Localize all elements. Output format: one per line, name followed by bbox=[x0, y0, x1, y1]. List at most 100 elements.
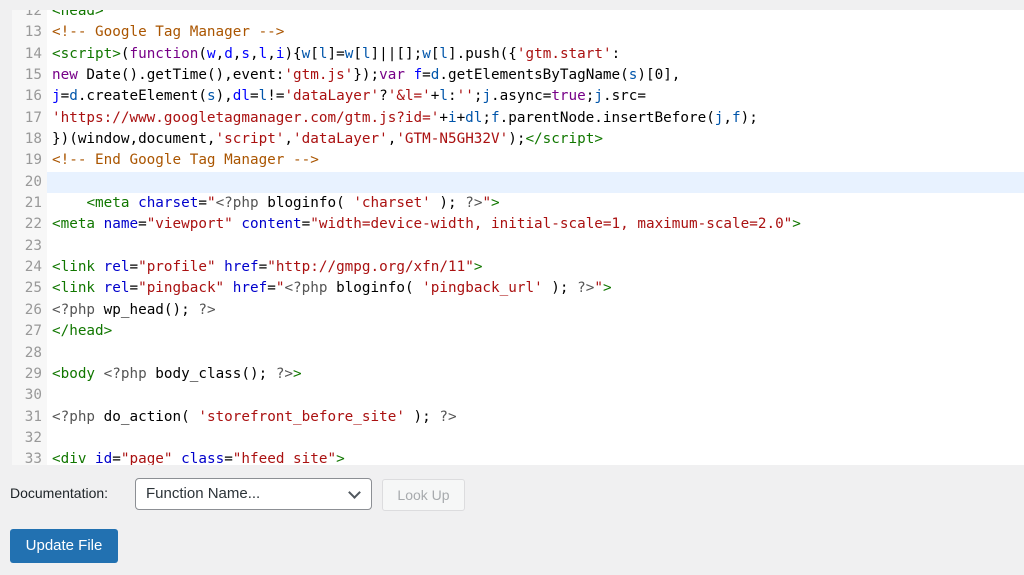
code-token: l bbox=[258, 45, 268, 62]
code-token: = bbox=[129, 259, 139, 276]
line-number: 25 bbox=[24, 280, 42, 297]
code-line[interactable]: 20 bbox=[12, 171, 1024, 194]
code-token: do_action( bbox=[95, 408, 199, 425]
code-token: f bbox=[491, 109, 500, 126]
line-code: <script>(function(w,d,s,l,i){w[l]=w[l]||… bbox=[47, 44, 1024, 65]
code-line[interactable]: 22 <meta name="viewport" content="width=d… bbox=[12, 214, 1024, 235]
code-token: s bbox=[206, 88, 216, 105]
code-token: + bbox=[456, 109, 466, 126]
code-token: .src= bbox=[602, 88, 647, 105]
line-number: 27 bbox=[24, 323, 42, 340]
code-token: <link bbox=[52, 259, 96, 276]
code-token: 'storefront_before_site' bbox=[198, 408, 405, 425]
line-number: 24 bbox=[24, 259, 42, 276]
code-line[interactable]: 24 <link rel="profile" href="http://gmpg.… bbox=[12, 257, 1024, 278]
line-number: 14 bbox=[24, 45, 42, 62]
function-name-select[interactable]: Function Name... bbox=[135, 478, 372, 510]
code-token: 'script' bbox=[215, 131, 285, 148]
line-number: 18 bbox=[24, 131, 42, 148]
code-token: " bbox=[206, 195, 216, 212]
code-line[interactable]: 27 </head> bbox=[12, 321, 1024, 342]
line-number: 13 bbox=[24, 24, 42, 41]
code-token: 'dataLayer' bbox=[284, 88, 380, 105]
code-token: ? bbox=[379, 88, 388, 105]
line-number: 30 bbox=[24, 387, 42, 404]
code-editor[interactable]: 12 <head> 13 <!-- Google Tag Manager --> 14 <… bbox=[12, 10, 1024, 465]
code-line[interactable]: 28 bbox=[12, 343, 1024, 364]
code-token: name bbox=[103, 216, 139, 233]
code-token: d bbox=[224, 45, 233, 62]
code-token: ?> bbox=[577, 280, 595, 297]
code-line[interactable]: 16 j=d.createElement(s),dl=l!='dataLayer'… bbox=[12, 86, 1024, 107]
code-line[interactable]: 14 <script>(function(w,d,s,l,i){w[l]=w[l]… bbox=[12, 44, 1024, 65]
code-line[interactable]: 17 'https://www.googletagmanager.com/gtm.… bbox=[12, 108, 1024, 129]
line-number: 26 bbox=[24, 301, 42, 318]
code-token: <body bbox=[52, 365, 96, 382]
code-line[interactable]: 26 <?php wp_head(); ?> bbox=[12, 300, 1024, 321]
code-token: = bbox=[258, 259, 268, 276]
code-token: 'https://www.googletagmanager.com/gtm.js… bbox=[52, 109, 440, 126]
look-up-button[interactable]: Look Up bbox=[382, 479, 465, 511]
code-line[interactable]: 13 <!-- Google Tag Manager --> bbox=[12, 22, 1024, 43]
code-token: <!-- End Google Tag Manager --> bbox=[52, 152, 319, 169]
code-token: wp_head(); bbox=[95, 301, 199, 318]
code-token: dl bbox=[465, 109, 483, 126]
code-line[interactable]: 21 <meta charset="<?php bloginfo( 'chars… bbox=[12, 193, 1024, 214]
code-token: .getElementsByTagName( bbox=[439, 67, 629, 84]
code-token: " bbox=[594, 280, 603, 297]
code-token: : bbox=[611, 45, 621, 62]
code-token: href bbox=[232, 280, 268, 297]
code-line[interactable]: 19 <!-- End Google Tag Manager --> bbox=[12, 150, 1024, 171]
code-token: j bbox=[594, 88, 603, 105]
code-line[interactable]: 30 bbox=[12, 385, 1024, 406]
code-token: d bbox=[69, 88, 78, 105]
line-number: 22 bbox=[24, 216, 42, 233]
code-line[interactable]: 31 <?php do_action( 'storefront_before_si… bbox=[12, 407, 1024, 428]
code-token: , bbox=[723, 109, 733, 126]
code-token: <?php bbox=[52, 301, 96, 318]
line-number: 15 bbox=[24, 67, 42, 84]
code-line[interactable]: 15 new Date().getTime(),event:'gtm.js'});… bbox=[12, 65, 1024, 86]
code-token: [ bbox=[353, 45, 362, 62]
code-token: <meta bbox=[86, 195, 130, 212]
code-token: ].push({ bbox=[448, 45, 517, 62]
code-token: + bbox=[439, 109, 448, 126]
code-token: l bbox=[318, 45, 328, 62]
code-token: rel bbox=[103, 259, 130, 276]
code-line[interactable]: 33 <div id="page" class="hfeed site"> bbox=[12, 449, 1024, 465]
line-code: <meta name="viewport" content="width=dev… bbox=[47, 214, 1024, 235]
line-number: 33 bbox=[24, 451, 42, 465]
code-token: 'charset' bbox=[353, 195, 431, 212]
code-line[interactable]: 29 <body <?php body_class(); ?>> bbox=[12, 364, 1024, 385]
code-line[interactable]: 32 bbox=[12, 428, 1024, 449]
line-number: 12 bbox=[24, 10, 42, 19]
code-token: = bbox=[129, 280, 139, 297]
code-line[interactable]: 18})(window,document,'script','dataLayer… bbox=[12, 129, 1024, 150]
code-token: bloginfo( bbox=[327, 280, 423, 297]
code-token: , bbox=[250, 45, 259, 62]
code-token: = bbox=[250, 88, 259, 105]
code-line[interactable]: 23 bbox=[12, 236, 1024, 257]
code-token: ), bbox=[215, 88, 233, 105]
code-token: f bbox=[413, 67, 423, 84]
code-token: j bbox=[482, 88, 492, 105]
code-token: <?php bbox=[284, 280, 328, 297]
code-line[interactable]: 25 <link rel="pingback" href="<?php blogi… bbox=[12, 278, 1024, 299]
line-code bbox=[47, 171, 1024, 194]
code-token: w bbox=[206, 45, 216, 62]
code-token: <?php bbox=[215, 195, 259, 212]
code-token: <?php bbox=[52, 408, 96, 425]
update-file-button[interactable]: Update File bbox=[10, 529, 118, 563]
code-token: ]||[]; bbox=[370, 45, 423, 62]
code-line[interactable]: 12 <head> bbox=[12, 10, 1024, 22]
